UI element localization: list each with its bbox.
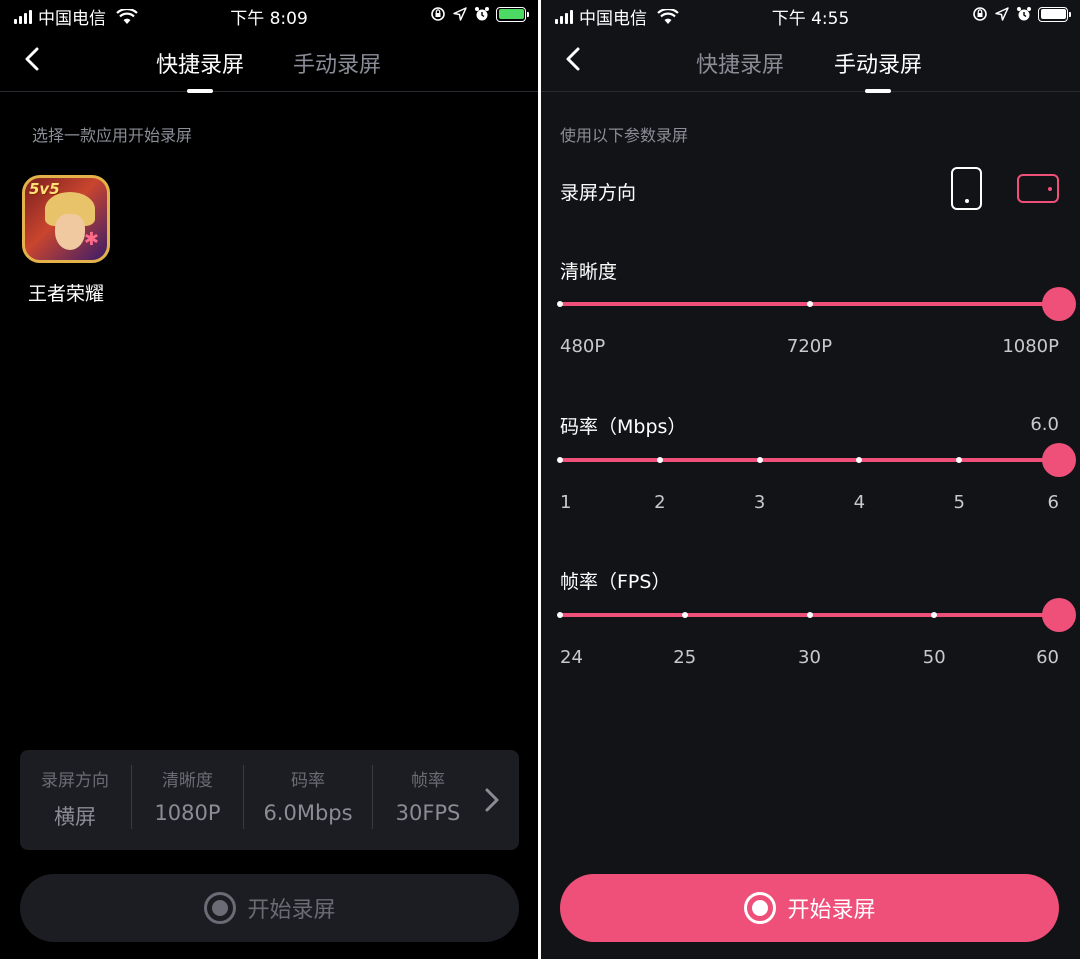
slider-tick-label: 4 [853,492,866,513]
slider-step-dot [557,612,563,618]
tab-quick-record[interactable]: 快捷录屏 [696,47,784,79]
rotation-lock-icon [973,7,987,21]
slider-step-dot [656,457,663,463]
slider-track[interactable] [560,458,1059,462]
orientation-label: 录屏方向 [560,182,637,204]
start-record-label: 开始录屏 [787,898,876,923]
slider-step-dot [681,612,688,618]
framerate-slider[interactable] [557,598,1076,632]
back-arrow-icon[interactable] [559,44,589,74]
record-settings-summary[interactable]: 录屏方向 横屏 清晰度 1080P 码率 6.0Mbps 帧率 30FPS [20,750,519,850]
resolution-slider[interactable] [557,287,1076,321]
slider-thumb[interactable] [1042,443,1076,477]
nav-bar: 快捷录屏 手动录屏 [0,30,538,92]
setting-bitrate: 码率 6.0Mbps [263,771,353,825]
section-label: 选择一款应用开始录屏 [32,126,193,145]
slider-tick-label: 25 [673,647,697,668]
slider-step-dot [806,612,813,618]
tab-quick-record[interactable]: 快捷录屏 [156,47,244,79]
slider-step-dot [931,612,938,618]
slider-step-dot [956,457,963,463]
record-icon [744,892,777,924]
alarm-icon [475,7,489,21]
section-label: 使用以下参数录屏 [560,126,689,145]
manual-record-screen: 中国电信 下午 4:55 快捷录屏 手动录屏 使用以下参数录屏 录屏方向 清晰度… [541,0,1080,959]
location-icon [453,7,467,21]
quick-record-screen: 中国电信 下午 8:09 快捷录屏 手动录屏 选择一款应用开始录屏 5v5 ✱ … [0,0,538,959]
slider-tick-label: 1 [560,492,572,513]
start-record-button-disabled[interactable]: 开始录屏 [20,874,519,942]
slider-step-dot [806,301,813,307]
portrait-icon[interactable] [951,167,982,210]
slider-tick-label: 5 [953,492,965,513]
start-record-button[interactable]: 开始录屏 [560,874,1059,942]
slider-step-dot [856,457,863,463]
slider-tick-label: 24 [560,647,583,668]
slider-step-dot [557,457,563,463]
framerate-ticks: 24 25 30 50 60 [560,647,1059,671]
slider-step-dot [557,301,563,307]
slider-tick-label: 50 [922,647,946,668]
status-bar: 中国电信 下午 4:55 [541,0,1080,30]
setting-resolution: 清晰度 1080P [154,771,221,825]
app-icon-honor-of-kings[interactable]: 5v5 ✱ [22,175,110,263]
back-arrow-icon[interactable] [18,44,48,74]
app-name[interactable]: 王者荣耀 [28,279,104,306]
chevron-right-icon[interactable] [483,786,501,814]
app-badge: 5v5 [29,180,60,198]
landscape-icon[interactable] [1017,174,1059,203]
slider-thumb[interactable] [1042,287,1076,321]
slider-tick-label: 1080P [1002,336,1059,357]
setting-framerate: 帧率 30FPS [395,771,461,825]
rotation-lock-icon [431,7,445,21]
battery-icon [1038,6,1071,22]
bitrate-slider[interactable] [557,443,1076,477]
start-record-label: 开始录屏 [247,898,336,923]
setting-orientation: 录屏方向 横屏 [41,771,109,829]
bitrate-label: 码率（Mbps） [560,416,687,438]
slider-step-dot [756,457,763,463]
alarm-icon [1017,7,1031,21]
slider-tick-label: 2 [654,492,666,513]
tab-manual-record[interactable]: 手动录屏 [293,47,381,79]
slider-tick-label: 3 [753,492,766,513]
nav-bar: 快捷录屏 手动录屏 [541,30,1080,92]
slider-tick-label: 30 [798,647,821,668]
battery-icon [496,6,529,22]
slider-tick-label: 6 [1047,492,1059,513]
location-icon [995,7,1009,21]
status-bar: 中国电信 下午 8:09 [0,0,538,30]
slider-thumb[interactable] [1042,598,1076,632]
resolution-label: 清晰度 [560,261,618,283]
slider-tick-label: 720P [786,336,833,357]
bitrate-value: 6.0 [1030,414,1059,435]
framerate-label: 帧率（FPS） [560,571,671,593]
slider-tick-label: 480P [560,336,606,357]
record-icon [204,892,237,924]
bitrate-ticks: 1 2 3 4 5 6 [560,492,1059,516]
resolution-ticks: 480P 720P 1080P [560,336,1059,360]
slider-tick-label: 60 [1036,647,1059,668]
tab-manual-record[interactable]: 手动录屏 [834,47,922,79]
